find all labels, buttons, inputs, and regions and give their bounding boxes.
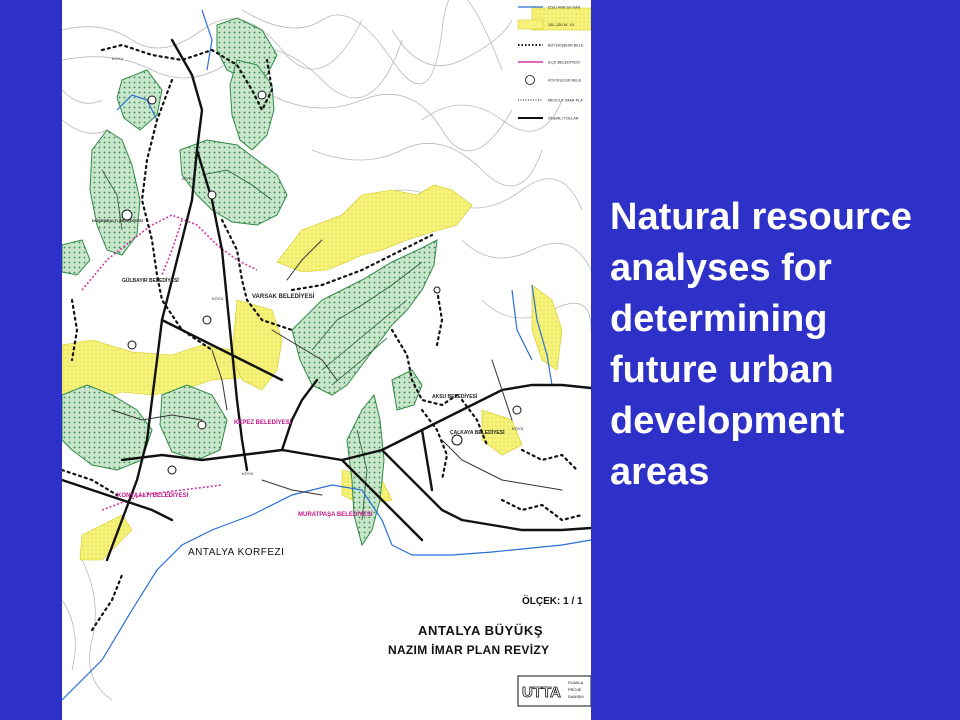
svg-text:BÜYÜKŞEHIR BELE: BÜYÜKŞEHIR BELE [548, 44, 584, 48]
label-konyaalti: KONYAALTI BELEDİYESİ [117, 492, 189, 499]
svg-text:KOYU: KOYU [112, 56, 123, 61]
map-legend: IZSU ANA SU KAN 150–250 M. YU BÜYÜKŞEHIR… [517, 6, 584, 121]
label-calkaya: ÇALKAYA BELEDİYESİ [450, 429, 505, 436]
caption-line-2: analyses for [610, 247, 832, 289]
svg-text:ILÇE BELEDIYESI: ILÇE BELEDIYESI [548, 61, 580, 65]
forest-zones [62, 17, 438, 547]
svg-text:MEVCUT İMAR PLA: MEVCUT İMAR PLA [548, 98, 583, 103]
svg-text:ÖNEMLI YOLLAR: ÖNEMLI YOLLAR [548, 117, 579, 121]
caption-line-5: development [610, 400, 845, 442]
svg-text:KÖYÜ: KÖYÜ [242, 471, 253, 476]
label-dosemealti: DÖŞEMEALTI BELEDİYESİ [92, 218, 143, 223]
label-kepez: KEPEZ BELEDİYESİ [234, 419, 292, 426]
circle-icon [525, 75, 535, 85]
legend-item-metro-boundary: BÜYÜKŞEHIR BELE [518, 44, 584, 48]
label-aksu: AKSU BELEDİYESİ [432, 393, 478, 400]
fill-yellow-icon [517, 19, 544, 30]
svg-text:PROJE: PROJE [568, 687, 582, 692]
map-scale: ÖLÇEK: 1 / 1 [522, 594, 583, 607]
legend-item-major-roads: ÖNEMLI YOLLAR [518, 117, 579, 121]
svg-text:IZSU ANA SU KAN: IZSU ANA SU KAN [548, 6, 581, 10]
label-gulbayir: GÜLBAYIR BELEDİYESİ [122, 277, 179, 284]
label-varsak: VARSAK BELEDİYESİ [252, 293, 315, 300]
svg-text:KOYU: KOYU [182, 176, 193, 181]
svg-text:UTTA: UTTA [522, 684, 561, 701]
caption-line-4: future urban [610, 349, 834, 391]
slide-background: KOYU KOYU KÖYÜ KÖYÜ KÖYÜ VARSAK BELEDİYE… [0, 0, 960, 720]
legend-item-village: KÖY/KUCUK BELE [525, 75, 582, 85]
map-image: KOYU KOYU KÖYÜ KÖYÜ KÖYÜ VARSAK BELEDİYE… [62, 0, 591, 720]
svg-text:DANIŞM: DANIŞM [568, 694, 584, 699]
sea-label: ANTALYA KORFEZI [188, 547, 284, 558]
map-title-line1: ANTALYA BÜYÜKŞ [418, 623, 543, 638]
caption-line-3: determining [610, 298, 828, 340]
svg-text:150–250 M. YU: 150–250 M. YU [548, 23, 575, 27]
legend-item-water-main: IZSU ANA SU KAN [518, 6, 581, 10]
utta-logo: UTTA PLANLA PROJE DANIŞM [517, 675, 591, 707]
svg-text:KÖYÜ: KÖYÜ [212, 296, 223, 301]
map-title-line2: NAZIM İMAR PLAN REVİZY [388, 642, 549, 657]
legend-item-existing-plan: MEVCUT İMAR PLA [518, 98, 583, 103]
svg-text:KÖYÜ: KÖYÜ [512, 426, 523, 431]
svg-text:PLANLA: PLANLA [568, 680, 584, 685]
caption-line-6: areas [610, 451, 710, 493]
svg-text:KÖY/KUCUK BELE: KÖY/KUCUK BELE [548, 79, 582, 83]
caption-line-1: Natural resource [610, 196, 913, 238]
slide-caption: Natural resource analyses for determinin… [610, 192, 955, 498]
label-muratpasa: MURATPAŞA BELEDİYESİ [298, 511, 373, 518]
legend-item-district: ILÇE BELEDIYESI [518, 61, 580, 65]
